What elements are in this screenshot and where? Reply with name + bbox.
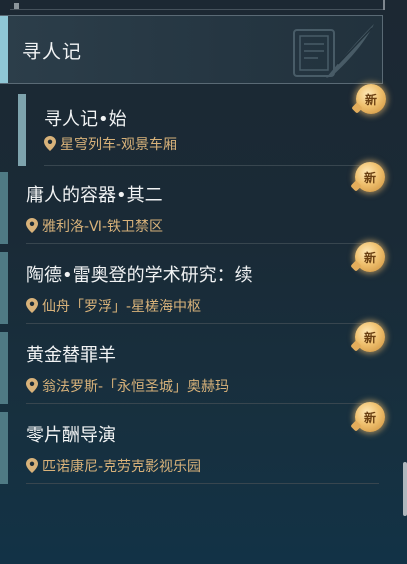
top-edge xyxy=(0,0,407,14)
location-pin-icon xyxy=(26,298,38,313)
new-badge-text: 新 xyxy=(363,170,376,185)
new-badge-icon: 新 xyxy=(355,322,385,352)
quest-location: 仙舟「罗浮」-星槎海中枢 xyxy=(26,296,201,316)
quest-location: 翁法罗斯-「永恒圣城」奥赫玛 xyxy=(26,376,229,396)
quest-location-text: 星穹列车-观景车厢 xyxy=(60,137,178,153)
quest-name: 庸人的容器•其二 xyxy=(26,185,163,206)
new-badge-icon: 新 xyxy=(355,242,385,272)
new-badge-text: 新 xyxy=(364,92,377,107)
quest-item-bar xyxy=(18,94,26,166)
location-pin-icon xyxy=(26,458,38,473)
location-pin-icon xyxy=(26,218,38,233)
quest-location-text: 匹诺康尼-克劳克影视乐园 xyxy=(42,459,202,475)
header-accent xyxy=(0,16,8,83)
new-badge-icon: 新 xyxy=(355,402,385,432)
quest-item-bar xyxy=(0,172,8,244)
new-badge-text: 新 xyxy=(363,250,376,265)
quest-item-1[interactable]: 寻人记•始 星穹列车-观景车厢 新 xyxy=(18,84,386,166)
quest-location: 雅利洛-Ⅵ-铁卫禁区 xyxy=(26,216,163,236)
quest-item-4[interactable]: 黄金替罪羊 翁法罗斯-「永恒圣城」奥赫玛 新 xyxy=(0,322,385,404)
new-badge-text: 新 xyxy=(363,410,376,425)
quest-item-5[interactable]: 零片酬导演 匹诺康尼-克劳克影视乐园 新 xyxy=(0,402,385,484)
quest-name: 黄金替罪羊 xyxy=(26,345,116,366)
top-scroll-mark xyxy=(383,0,385,10)
quest-location-text: 雅利洛-Ⅵ-铁卫禁区 xyxy=(42,219,164,235)
quest-item-bar xyxy=(0,252,8,324)
top-divider xyxy=(10,9,385,10)
quest-location: 匹诺康尼-克劳克影视乐园 xyxy=(26,456,201,476)
quest-divider xyxy=(44,165,380,166)
quest-name: 零片酬导演 xyxy=(26,425,116,446)
quest-divider xyxy=(26,323,379,324)
quest-name: 寻人记•始 xyxy=(44,109,127,130)
location-pin-icon xyxy=(26,378,38,393)
quest-divider xyxy=(26,243,379,244)
quest-name: 陶德•雷奥登的学术研究：续 xyxy=(26,265,253,286)
quest-item-3[interactable]: 陶德•雷奥登的学术研究：续 仙舟「罗浮」-星槎海中枢 新 xyxy=(0,242,385,324)
location-pin-icon xyxy=(44,136,56,151)
quest-item-2[interactable]: 庸人的容器•其二 雅利洛-Ⅵ-铁卫禁区 新 xyxy=(0,162,385,244)
top-nub xyxy=(14,3,19,9)
quill-emblem-icon xyxy=(293,24,374,78)
new-badge-icon: 新 xyxy=(355,162,385,192)
quest-location-text: 仙舟「罗浮」-星槎海中枢 xyxy=(42,299,202,315)
category-header[interactable]: 寻人记 xyxy=(0,15,383,84)
quest-location: 星穹列车-观景车厢 xyxy=(44,134,177,154)
quest-divider xyxy=(26,483,379,484)
category-title: 寻人记 xyxy=(22,41,83,63)
new-badge-icon: 新 xyxy=(356,84,386,114)
list-scrollbar[interactable] xyxy=(403,462,407,516)
quest-item-bar xyxy=(0,412,8,484)
quest-location-text: 翁法罗斯-「永恒圣城」奥赫玛 xyxy=(42,379,230,395)
quest-divider xyxy=(26,403,379,404)
quest-item-bar xyxy=(0,332,8,404)
new-badge-text: 新 xyxy=(363,330,376,345)
